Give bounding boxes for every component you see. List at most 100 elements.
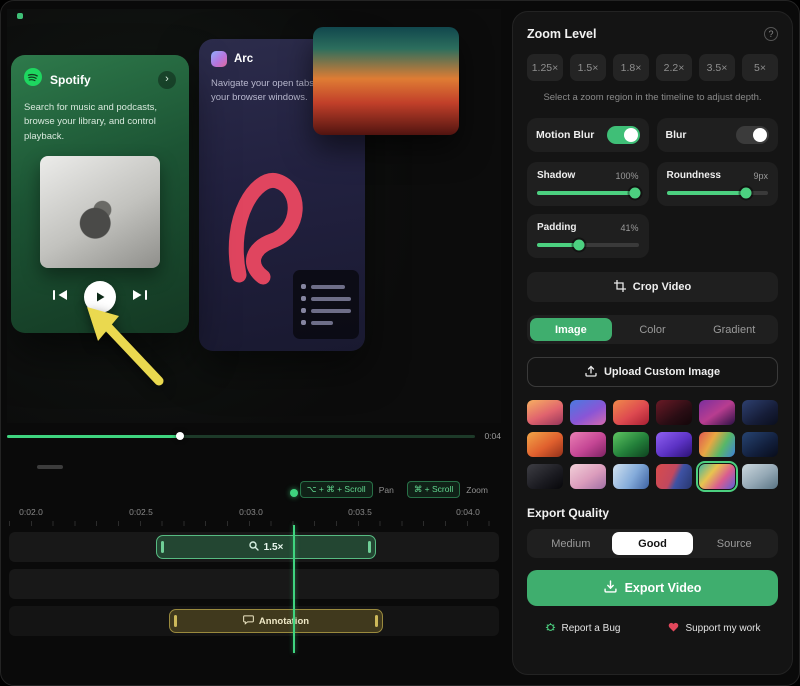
export-quality-segmented: Medium Good Source <box>527 529 778 558</box>
yellow-arrow-annotation[interactable] <box>73 301 173 398</box>
ruler-label: 0:02.5 <box>129 507 153 517</box>
spotify-card-title: Spotify <box>50 73 91 87</box>
tab-color[interactable]: Color <box>612 318 694 341</box>
spotify-card-header: Spotify › <box>24 68 176 91</box>
quality-option-good[interactable]: Good <box>612 532 694 555</box>
background-thumbnail[interactable] <box>656 432 692 457</box>
background-thumbnail[interactable] <box>527 464 563 489</box>
spotify-card: Spotify › Search for music and podcasts,… <box>11 55 189 333</box>
arc-logo-icon <box>211 51 227 67</box>
ruler-label: 0:04.0 <box>456 507 480 517</box>
background-thumbnail[interactable] <box>613 464 649 489</box>
export-video-button[interactable]: Export Video <box>527 570 778 606</box>
panel-footer: Report a Bug Support my work <box>527 621 778 635</box>
support-link[interactable]: Support my work <box>668 622 760 635</box>
zoom-option-1.8x[interactable]: 1.8× <box>613 54 649 81</box>
background-thumbnail[interactable] <box>742 432 778 457</box>
crop-icon <box>614 280 626 295</box>
tab-gradient[interactable]: Gradient <box>693 318 775 341</box>
zoom-hint-text: Select a zoom region in the timeline to … <box>527 92 778 103</box>
sunset-photo <box>313 27 459 135</box>
roundness-label: Roundness <box>667 170 721 181</box>
shadow-slider[interactable] <box>537 191 639 195</box>
blur-label: Blur <box>666 129 687 141</box>
shadow-setting: Shadow 100% <box>527 162 649 206</box>
report-bug-link[interactable]: Report a Bug <box>545 621 621 635</box>
playhead-handle[interactable] <box>290 489 298 497</box>
background-thumbnail[interactable] <box>742 400 778 425</box>
album-art <box>40 156 160 268</box>
timeline-ruler[interactable]: 0:02.0 0:02.5 0:03.0 0:03.5 0:04.0 <box>1 506 503 526</box>
timeline-track-video[interactable] <box>9 569 499 599</box>
recording-indicator-dot <box>17 13 23 19</box>
spotify-card-description: Search for music and podcasts, browse yo… <box>24 101 176 144</box>
report-bug-label: Report a Bug <box>562 623 621 634</box>
pan-shortcut-badge: ⌥ + ⌘ + Scroll <box>300 481 373 498</box>
zoom-shortcut-label: Zoom <box>466 485 488 495</box>
roundness-setting: Roundness 9px <box>657 162 779 206</box>
crop-video-button[interactable]: Crop Video <box>527 272 778 302</box>
timeline-track-annotation[interactable]: Annotation <box>9 606 499 636</box>
duration-label: 0:04 <box>484 431 501 441</box>
video-preview-canvas[interactable]: Spotify › Search for music and podcasts,… <box>7 9 501 423</box>
timeline-lanes: 1.5× Annotation <box>1 532 503 636</box>
scrubber-knob[interactable] <box>176 432 184 440</box>
shadow-slider-knob[interactable] <box>630 188 641 199</box>
timeline-resize-handle[interactable] <box>37 465 63 469</box>
shadow-label: Shadow <box>537 170 575 181</box>
timeline-shortcut-hints: ⌥ + ⌘ + Scroll Pan ⌘ + Scroll Zoom <box>1 481 503 498</box>
motion-blur-toggle[interactable] <box>607 126 640 144</box>
background-thumbnail[interactable] <box>570 464 606 489</box>
background-thumbnail[interactable] <box>570 400 606 425</box>
timeline-track-zoom[interactable]: 1.5× <box>9 532 499 562</box>
padding-slider[interactable] <box>537 243 639 247</box>
background-thumbnail[interactable] <box>656 464 692 489</box>
blur-toggle[interactable] <box>736 126 769 144</box>
background-thumbnail[interactable] <box>527 400 563 425</box>
help-icon[interactable]: ? <box>764 27 778 41</box>
zoom-segment[interactable]: 1.5× <box>156 535 376 559</box>
roundness-value: 9px <box>753 171 768 181</box>
skip-back-icon <box>53 288 68 306</box>
playhead-line[interactable] <box>293 525 295 653</box>
scrubber-progress <box>7 435 180 438</box>
quality-option-source[interactable]: Source <box>693 532 775 555</box>
quality-option-medium[interactable]: Medium <box>530 532 612 555</box>
zoom-option-1.25x[interactable]: 1.25× <box>527 54 563 81</box>
tab-image[interactable]: Image <box>530 318 612 341</box>
shadow-value: 100% <box>615 171 638 181</box>
background-thumbnail[interactable] <box>613 432 649 457</box>
roundness-slider-knob[interactable] <box>740 188 751 199</box>
chat-bubble-icon <box>243 614 254 628</box>
background-thumbnail[interactable] <box>699 400 735 425</box>
export-quality-title: Export Quality <box>527 506 778 520</box>
upload-custom-image-button[interactable]: Upload Custom Image <box>527 357 778 387</box>
playback-scrubber[interactable] <box>7 435 475 438</box>
upload-custom-image-label: Upload Custom Image <box>604 366 720 378</box>
app-window: Spotify › Search for music and podcasts,… <box>0 0 800 686</box>
background-thumbnail-selected[interactable] <box>699 464 735 489</box>
editor-area: Spotify › Search for music and podcasts,… <box>1 1 506 685</box>
background-thumbnail[interactable] <box>613 400 649 425</box>
chevron-right-icon: › <box>158 71 176 89</box>
zoom-shortcut-badge: ⌘ + Scroll <box>407 481 460 498</box>
zoom-option-2.2x[interactable]: 2.2× <box>656 54 692 81</box>
ruler-label: 0:02.0 <box>19 507 43 517</box>
background-thumbnail[interactable] <box>570 432 606 457</box>
zoom-options: 1.25× 1.5× 1.8× 2.2× 3.5× 5× <box>527 54 778 81</box>
background-thumbnail[interactable] <box>527 432 563 457</box>
blur-setting: Blur <box>657 118 779 152</box>
zoom-option-5x[interactable]: 5× <box>742 54 778 81</box>
upload-icon <box>585 365 597 380</box>
zoom-option-1.5x[interactable]: 1.5× <box>570 54 606 81</box>
padding-label: Padding <box>537 222 576 233</box>
background-thumbnail[interactable] <box>742 464 778 489</box>
zoom-level-header: Zoom Level ? <box>527 27 778 41</box>
annotation-segment[interactable]: Annotation <box>169 609 383 633</box>
background-thumbnail[interactable] <box>656 400 692 425</box>
roundness-slider[interactable] <box>667 191 769 195</box>
background-thumbnail[interactable] <box>699 432 735 457</box>
zoom-option-3.5x[interactable]: 3.5× <box>699 54 735 81</box>
padding-slider-knob[interactable] <box>573 240 584 251</box>
background-type-tabs: Image Color Gradient <box>527 315 778 344</box>
